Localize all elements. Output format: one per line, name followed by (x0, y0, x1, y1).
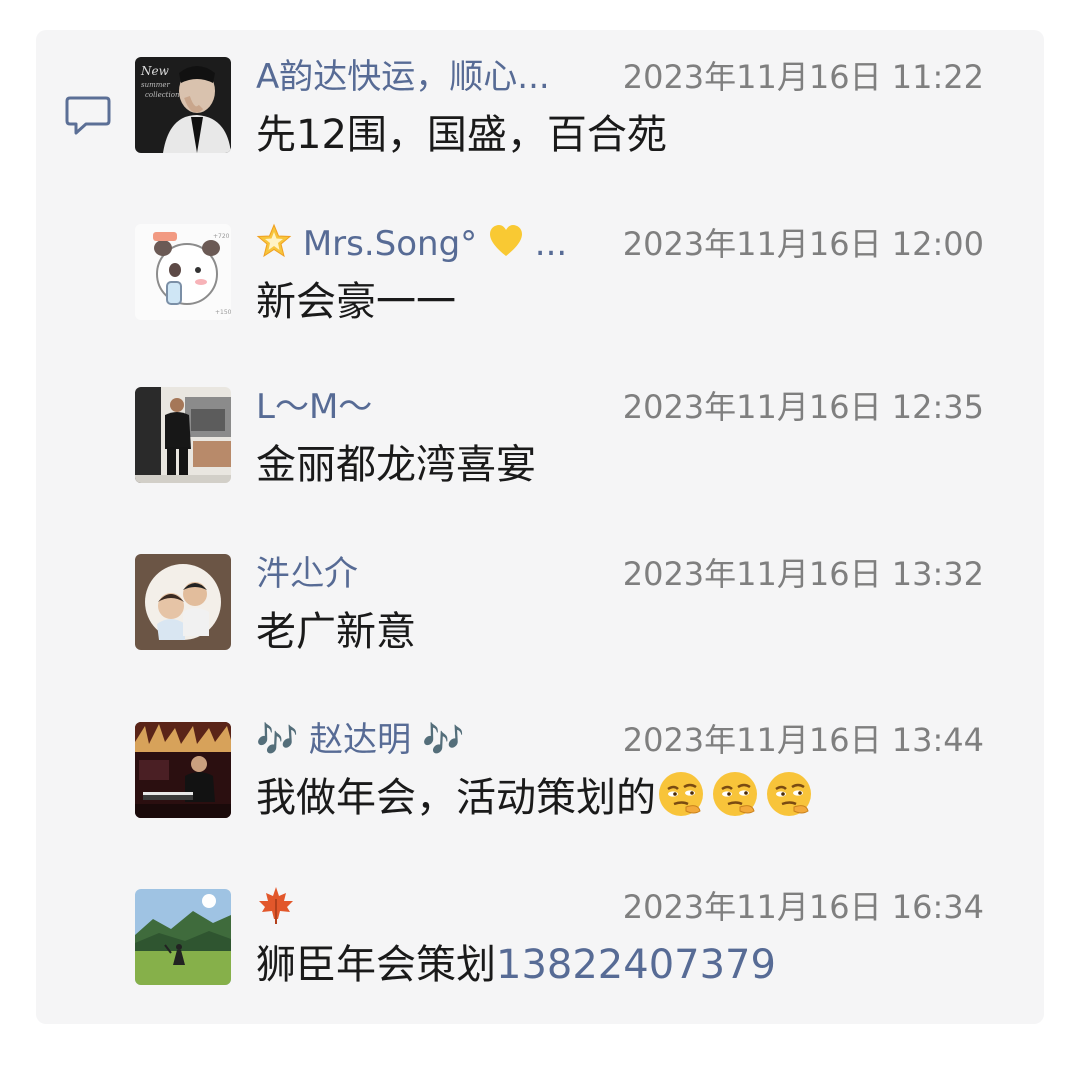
svg-text:+720: +720 (213, 233, 230, 240)
comment-item[interactable]: +720 +150 Mrs.Song° ... 2023年11月16日 12:0… (0, 222, 1080, 362)
comment-text: 狮臣年会策划13822407379 (256, 935, 776, 995)
comment-time: 2023年11月16日 16:34 (622, 888, 984, 926)
phone-number-link[interactable]: 13822407379 (496, 942, 776, 988)
avatar[interactable] (135, 722, 231, 818)
svg-text:summer: summer (141, 81, 171, 89)
svg-text:collection: collection (145, 91, 180, 99)
comment-item[interactable]: 汼尐介 2023年11月16日 13:32 老广新意 (0, 552, 1080, 692)
avatar-man-standing-indoors-icon (135, 387, 231, 483)
thinking-face-emoji-icon (767, 772, 811, 816)
comment-item[interactable]: L～M～ 2023年11月16日 12:35 金丽都龙湾喜宴 (0, 385, 1080, 525)
star-emoji-icon (256, 223, 292, 258)
avatar[interactable] (135, 387, 231, 483)
thinking-face-emoji-icon (659, 772, 703, 816)
comment-item[interactable]: New summer collection A韵达快运，顺心... 2023年1… (0, 55, 1080, 195)
comment-text: 我做年会，活动策划的 (256, 768, 818, 828)
comment-time: 2023年11月16日 11:22 (622, 58, 984, 96)
avatar[interactable] (135, 889, 231, 985)
comment-text: 先12围，国盛，百合苑 (256, 112, 667, 158)
comment-text: 新会豪一一 (256, 279, 456, 325)
comment-author[interactable]: 🎶 赵达明 🎶 (256, 718, 464, 762)
svg-text:+150: +150 (215, 309, 231, 316)
thinking-face-emoji-icon (713, 772, 757, 816)
avatar-cartoon-panda-icon: +720 +150 (135, 224, 231, 320)
comment-text: 老广新意 (256, 609, 416, 655)
comment-author[interactable]: Mrs.Song° ... (256, 222, 567, 266)
avatar[interactable]: +720 +150 (135, 224, 231, 320)
comment-time: 2023年11月16日 13:44 (622, 721, 984, 759)
comment-author-name[interactable]: 赵达明 (309, 720, 411, 760)
comment-author-ellipsis: ... (534, 224, 568, 264)
comment-item[interactable]: 2023年11月16日 16:34 狮臣年会策划13822407379 (0, 885, 1080, 1025)
avatar-man-at-piano-stage-icon (135, 722, 231, 818)
maple-leaf-emoji-icon (259, 887, 293, 924)
comment-author-name[interactable]: Mrs.Song° (303, 224, 477, 264)
avatar[interactable] (135, 554, 231, 650)
comment-time: 2023年11月16日 12:00 (622, 225, 984, 263)
music-notes-emoji-icon: 🎶 (256, 720, 299, 760)
comment-text-body: 我做年会，活动策划的 (256, 775, 656, 821)
yellow-heart-emoji-icon (489, 225, 522, 256)
comment-text: 金丽都龙湾喜宴 (256, 442, 536, 488)
comment-item[interactable]: 🎶 赵达明 🎶 2023年11月16日 13:44 我做年会，活动策划的 (0, 718, 1080, 858)
avatar-man-in-suit-dark-icon: New summer collection (135, 57, 231, 153)
comment-text-body: 狮臣年会策划 (256, 942, 496, 988)
svg-text:New: New (140, 64, 170, 78)
comment-time: 2023年11月16日 12:35 (622, 388, 984, 426)
comment-time: 2023年11月16日 13:32 (622, 555, 984, 593)
comment-author[interactable] (256, 885, 296, 929)
comment-author[interactable]: L～M～ (256, 385, 372, 429)
avatar-children-circle-photo-icon (135, 554, 231, 650)
comment-author[interactable]: A韵达快运，顺心... (256, 55, 550, 99)
avatar-mountain-landscape-icon (135, 889, 231, 985)
avatar[interactable]: New summer collection (135, 57, 231, 153)
music-notes-emoji-icon: 🎶 (421, 720, 465, 760)
comment-author[interactable]: 汼尐介 (256, 552, 358, 596)
